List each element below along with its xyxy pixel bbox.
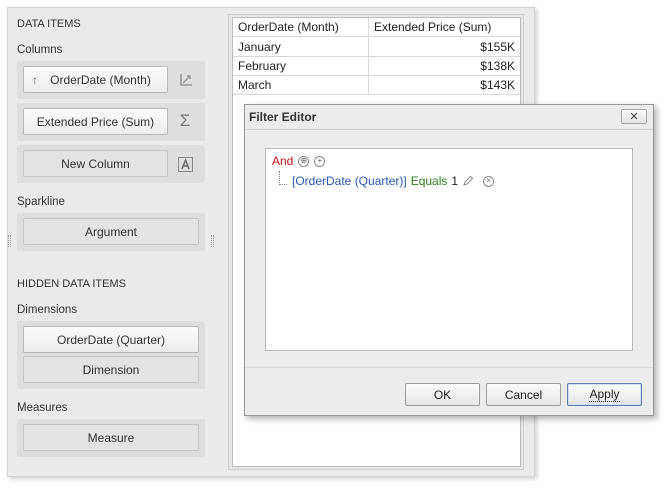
close-button[interactable]: ✕ <box>621 109 647 124</box>
cancel-button[interactable]: Cancel <box>486 383 561 406</box>
sparkline-argument-label: Argument <box>84 224 138 239</box>
group-operator-link[interactable]: And <box>272 154 293 168</box>
title-divider <box>245 129 653 130</box>
measures-label: Measures <box>17 402 68 414</box>
columns-label: Columns <box>17 44 63 56</box>
text-column-icon[interactable] <box>177 156 193 172</box>
sort-up-arrow-icon[interactable]: ↑ <box>32 73 38 87</box>
add-condition-icon[interactable]: + <box>314 155 326 167</box>
apply-label: Apply <box>589 387 620 402</box>
dimensions-label: Dimensions <box>17 304 78 316</box>
dimension-label: Dimension <box>82 362 140 377</box>
grid-cell-month: February <box>233 57 369 75</box>
column-label: Extended Price (Sum) <box>36 114 155 129</box>
new-column-button[interactable]: New Column <box>23 150 168 177</box>
close-icon: ✕ <box>629 111 639 123</box>
filter-editor-dialog: Filter Editor ✕ And ⊕ + [OrderDate (Quar… <box>244 104 654 416</box>
grid-cell-price: $138K <box>480 59 515 73</box>
dimension-label: OrderDate (Quarter) <box>56 332 166 347</box>
grid-header-row: OrderDate (Month) Extended Price (Sum) <box>233 18 520 37</box>
cancel-label: Cancel <box>504 387 543 402</box>
sparkline-argument-button[interactable]: Argument <box>23 218 199 245</box>
dimension-placeholder-button[interactable]: Dimension <box>23 356 199 383</box>
tree-connector <box>279 171 287 185</box>
pencil-icon[interactable] <box>462 175 474 187</box>
filter-tree-editor[interactable]: And ⊕ + [OrderDate (Quarter)] Equals 1 × <box>265 148 633 351</box>
data-items-title: DATA ITEMS <box>17 18 81 30</box>
column-extended-price-button[interactable]: Extended Price (Sum) <box>23 108 168 135</box>
table-row[interactable]: January $155K <box>233 38 520 57</box>
resize-grip-right[interactable] <box>211 235 214 247</box>
group-node: And ⊕ + <box>272 154 326 168</box>
condition-value-link[interactable]: 1 <box>451 174 458 188</box>
sigma-icon[interactable]: Σ <box>177 111 193 130</box>
header-cell-orderdate-month[interactable]: OrderDate (Month) <box>233 18 369 36</box>
condition-field-link[interactable]: [OrderDate (Quarter)] <box>292 174 407 188</box>
condition-operator-link[interactable]: Equals <box>411 174 448 188</box>
resize-grip-left[interactable] <box>8 235 11 247</box>
grid-cell-month: January <box>233 38 369 56</box>
table-row[interactable]: March $143K <box>233 76 520 95</box>
header-cell-extended-price[interactable]: Extended Price (Sum) <box>369 18 520 36</box>
condition-node: [OrderDate (Quarter)] Equals 1 × <box>292 174 495 188</box>
footer-divider <box>245 367 653 368</box>
sparkline-label: Sparkline <box>17 196 65 208</box>
ok-button[interactable]: OK <box>405 383 480 406</box>
grid-cell-price: $155K <box>480 40 515 54</box>
hidden-data-items-title: HIDDEN DATA ITEMS <box>17 278 126 290</box>
column-label: OrderDate (Month) <box>50 72 151 87</box>
grid-cell-month: March <box>233 76 369 94</box>
apply-button[interactable]: Apply <box>567 383 642 406</box>
group-menu-icon[interactable]: ⊕ <box>298 155 310 167</box>
remove-condition-icon[interactable]: × <box>483 175 495 187</box>
measure-placeholder-button[interactable]: Measure <box>23 424 199 451</box>
axis-icon[interactable] <box>178 72 194 88</box>
column-label: New Column <box>61 156 130 171</box>
column-orderdate-button[interactable]: ↑ OrderDate (Month) <box>23 66 168 93</box>
measure-label: Measure <box>87 430 135 445</box>
table-row[interactable]: February $138K <box>233 57 520 76</box>
dialog-title: Filter Editor <box>249 110 317 124</box>
dimension-orderdate-quarter-button[interactable]: OrderDate (Quarter) <box>23 326 199 353</box>
ok-label: OK <box>433 387 452 402</box>
grid-cell-price: $143K <box>480 78 515 92</box>
